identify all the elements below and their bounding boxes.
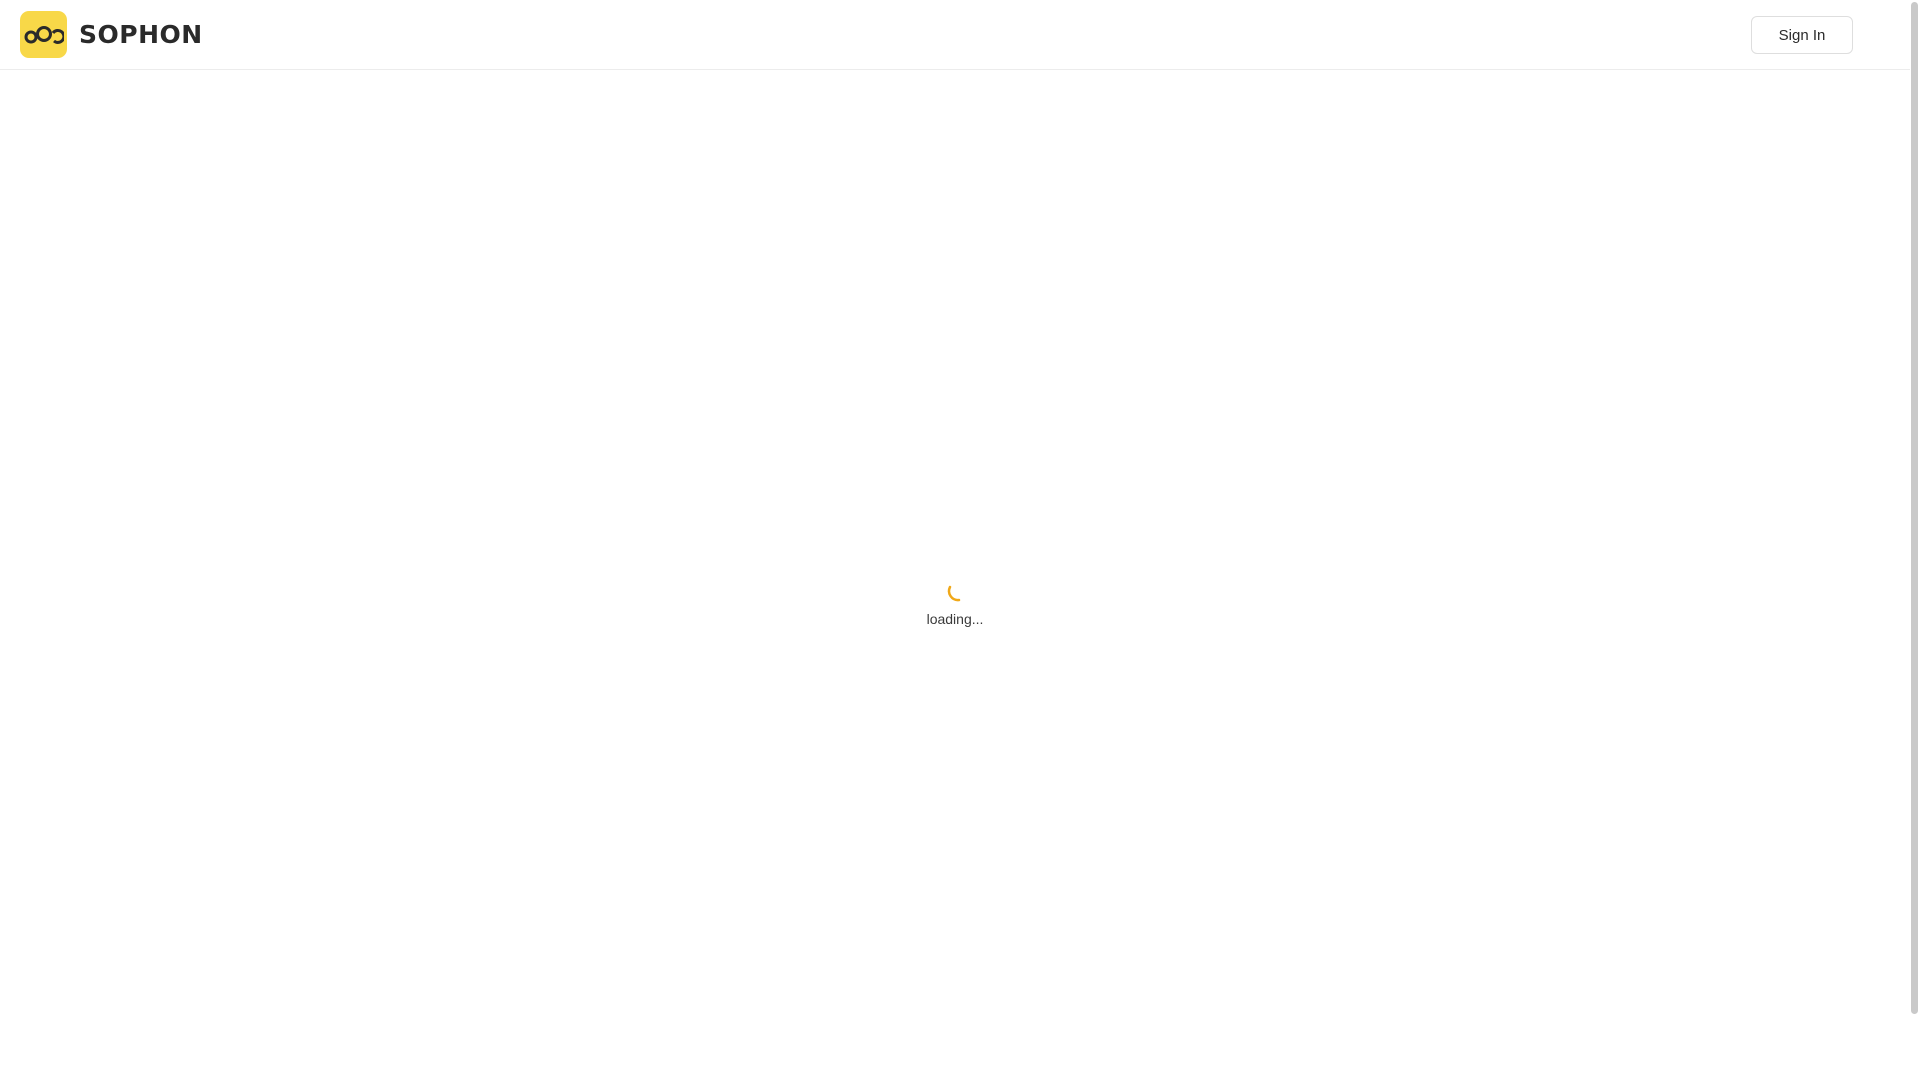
- sign-in-button[interactable]: Sign In: [1751, 16, 1853, 54]
- top-header: SOPHON Sign In: [0, 0, 1910, 70]
- loading-indicator: loading...: [905, 585, 1005, 627]
- app-window: SOPHON Sign In loading...: [0, 0, 1920, 1080]
- sophon-logo-icon: [20, 11, 67, 58]
- brand-logo-link[interactable]: SOPHON: [20, 11, 203, 58]
- loading-text: loading...: [926, 611, 984, 627]
- scrollbar-thumb[interactable]: [1911, 2, 1918, 1014]
- spinner-icon: [947, 585, 961, 602]
- brand-name: SOPHON: [79, 20, 203, 49]
